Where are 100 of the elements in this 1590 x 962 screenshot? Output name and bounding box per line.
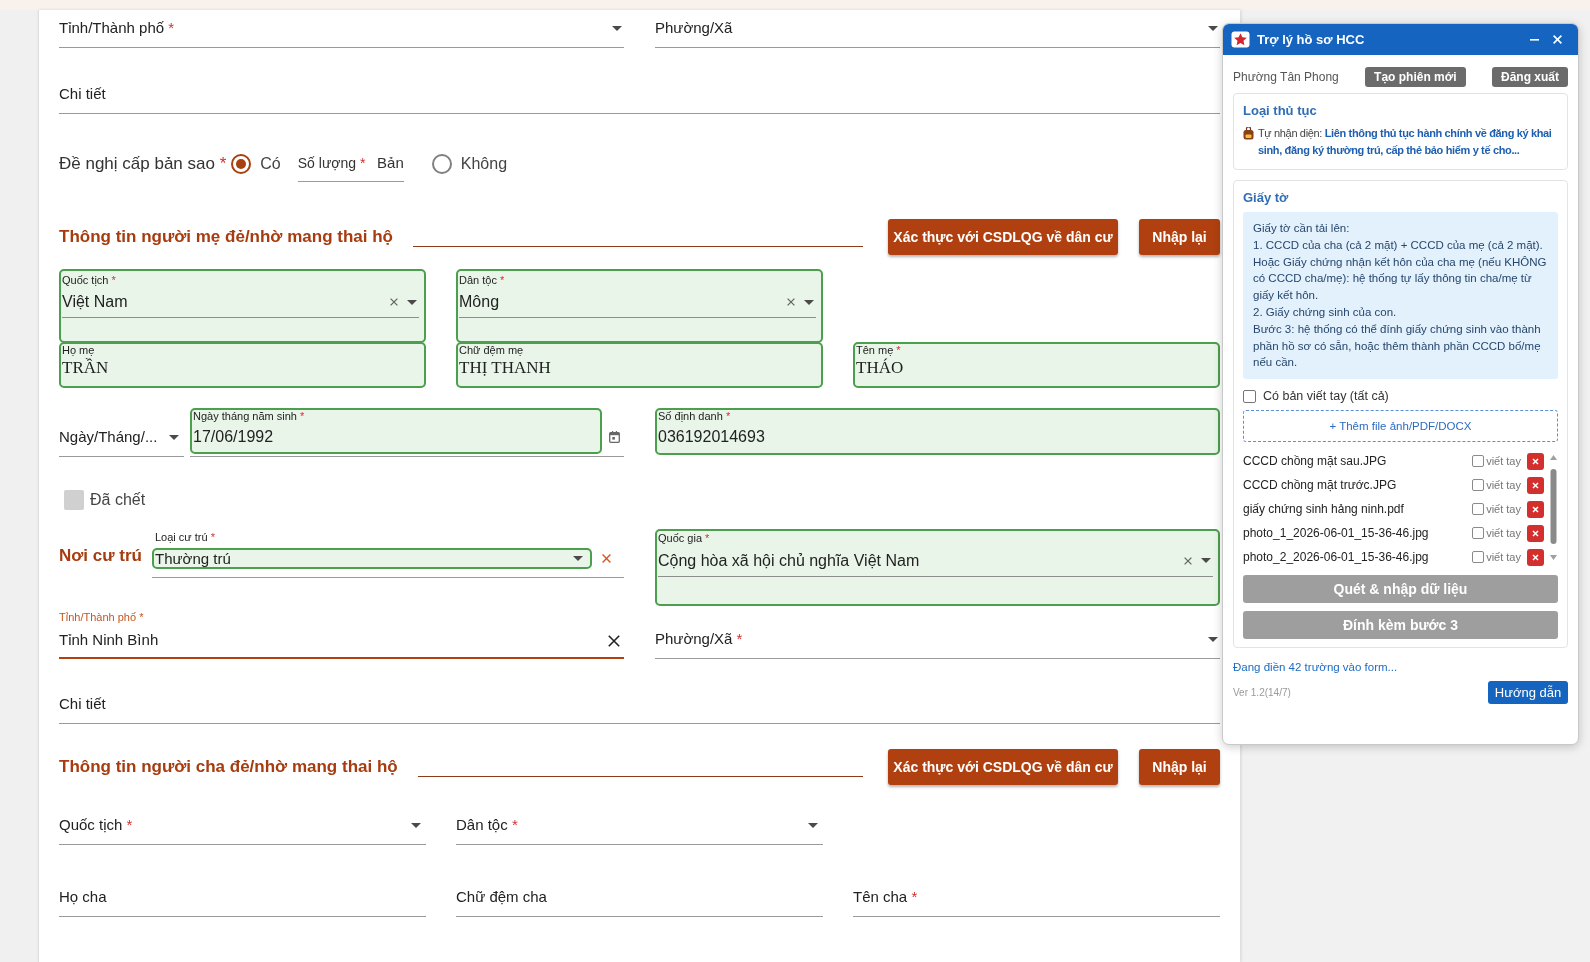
field-label: Chi tiết	[59, 694, 107, 715]
checkbox-label: viết tay	[1486, 477, 1521, 493]
remove-icon[interactable]	[1527, 476, 1544, 494]
clear-icon[interactable]	[608, 634, 620, 647]
checkbox[interactable]	[1472, 527, 1485, 540]
verify-button[interactable]: Xác thực với CSDLQG về dân cư	[888, 219, 1118, 255]
caret-icon	[808, 823, 818, 828]
field-label: Tỉnh/Thành phố *	[59, 610, 145, 624]
date-field[interactable]: Ngày tháng năm sinh * 17/06/1992	[190, 408, 602, 454]
checkbox[interactable]	[1472, 551, 1485, 564]
instruction-text: Bước 3: hệ thống có thể đính giấy chứng sinh vào thành phần hồ sơ có sẵn, hoặc thêm thành phần CCCD bố/mẹ nếu cần.	[1253, 321, 1542, 371]
reset-button[interactable]: Nhập lại	[1139, 749, 1220, 785]
section-title: Thông tin người mẹ đẻ/nhờ mang thai hộ	[59, 226, 393, 249]
instruction-text: Giấy tờ cần tải lên:	[1253, 221, 1351, 236]
file-name: CCCD chồng mặt sau.JPG	[1243, 453, 1388, 471]
instruction-text: 1. CCCD của cha (cả 2 mặt) + CCCD của mẹ (cả 2 mặt).	[1253, 237, 1544, 253]
panel-title: Trợ lý hồ sơ HCC	[1257, 30, 1365, 49]
input-field[interactable]: Tỉnh/Thành phố * Tỉnh Ninh Bình	[59, 610, 624, 659]
field-label: Tên cha *	[853, 887, 919, 908]
caret-icon	[169, 435, 179, 440]
select-field[interactable]: Quốc tịch *	[59, 807, 426, 845]
checkbox-label: Có bản viết tay (tất cả)	[1263, 387, 1389, 405]
verify-button[interactable]: Xác thực với CSDLQG về dân cư	[888, 749, 1118, 785]
checkbox[interactable]	[1472, 479, 1485, 492]
field-value: Tỉnh Ninh Bình	[59, 630, 160, 651]
checkbox[interactable]	[1472, 455, 1485, 468]
field-value: THÁO	[856, 357, 905, 380]
reset-button[interactable]: Nhập lại	[1139, 219, 1220, 255]
field-label: Dân tộc *	[459, 274, 506, 287]
field-label: Quốc tịch *	[59, 815, 134, 836]
field-label: Dân tộc *	[456, 815, 519, 836]
field-value: TRẦN	[62, 357, 110, 380]
add-file-button[interactable]: + Thêm file ảnh/PDF/DOCX	[1243, 410, 1558, 443]
caret-icon	[573, 556, 583, 561]
radio-button[interactable]	[431, 154, 452, 174]
checkbox-label: viết tay	[1486, 549, 1521, 565]
field-label: Quốc tịch *	[62, 274, 117, 287]
select-field[interactable]: Thường trú	[152, 548, 592, 569]
status-text: Đang điền 42 trường vào form...	[1233, 660, 1399, 675]
logout-button[interactable]: Đăng xuất	[1491, 67, 1568, 87]
unit-label: Bản	[377, 153, 404, 174]
field-label: Chữ đệm mẹ	[459, 344, 525, 357]
field-value: Cộng hòa xã hội chủ nghĩa Việt Nam	[658, 550, 921, 571]
field-label: Tỉnh/Thành phố *	[59, 18, 176, 39]
field-label: Phường/Xã *	[655, 629, 744, 650]
remove-icon[interactable]	[1527, 500, 1544, 518]
input-field[interactable]: Chi tiết	[59, 686, 1220, 724]
input-field[interactable]: Chi tiết	[59, 76, 1220, 114]
calendar-icon[interactable]	[609, 431, 620, 443]
quantity-field[interactable]: Số lượng * Bản	[297, 146, 404, 182]
close-icon[interactable]	[1553, 35, 1562, 44]
select-field[interactable]: Quốc tịch * Việt Nam	[59, 269, 426, 343]
field-value: Ngày/Tháng/...	[59, 427, 159, 448]
new-session-button[interactable]: Tạo phiên mới	[1365, 67, 1466, 87]
field-label: Họ cha	[59, 887, 108, 908]
radio-button[interactable]	[231, 154, 252, 174]
star-logo-icon	[1231, 31, 1250, 48]
minimize-icon[interactable]	[1530, 38, 1539, 41]
caret-icon	[407, 299, 417, 305]
help-button[interactable]: Hướng dẫn	[1488, 681, 1568, 705]
radio-label: Không	[460, 154, 508, 174]
checkbox[interactable]	[1243, 389, 1256, 403]
remove-icon[interactable]	[1527, 452, 1544, 470]
field-label: Chữ đệm cha	[456, 887, 548, 908]
caret-icon	[411, 823, 421, 828]
checkbox-label: Đã chết	[90, 490, 146, 510]
instruction-text: 2. Giấy chứng sinh của con.	[1253, 305, 1398, 320]
checkbox-label: viết tay	[1486, 525, 1521, 541]
select-field[interactable]: Phường/Xã	[655, 10, 1220, 48]
select-field[interactable]: Quốc gia * Cộng hòa xã hội chủ nghĩa Việt Nam	[655, 529, 1220, 606]
input-field[interactable]: Tên cha *	[853, 879, 1220, 917]
caret-icon	[612, 26, 622, 31]
select-field[interactable]: Phường/Xã *	[655, 621, 1220, 659]
input-field[interactable]: Chữ đệm cha	[456, 879, 823, 917]
checkbox[interactable]	[1472, 503, 1485, 516]
remove-icon[interactable]	[1527, 548, 1544, 566]
select-field[interactable]: Dân tộc *	[456, 807, 823, 845]
input-field[interactable]: Chữ đệm mẹ THỊ THANH	[456, 342, 823, 388]
field-value: THỊ THANH	[459, 357, 552, 380]
remove-icon[interactable]	[1527, 524, 1544, 542]
field-label: Số định danh *	[658, 410, 732, 423]
checkbox-label: viết tay	[1486, 501, 1521, 517]
instruction-text: Hoặc Giấy chứng nhận kết hôn của cha mẹ (nếu KHÔNG có CCCD cha/mẹ): hệ thống tự lấy thông tin cha/mẹ từ giấy kết hôn.	[1253, 254, 1548, 304]
file-name: CCCD chồng mặt trước.JPG	[1243, 477, 1398, 495]
caret-icon	[804, 299, 814, 305]
input-field[interactable]: Họ cha	[59, 879, 426, 917]
input-field[interactable]: Tên mẹ * THÁO	[853, 342, 1220, 388]
card-title: Loại thủ tục	[1243, 103, 1318, 119]
select-field[interactable]: Ngày/Tháng/...	[59, 419, 184, 457]
field-label: Ngày tháng năm sinh *	[193, 410, 306, 423]
field-value: Mông	[459, 292, 501, 312]
select-field[interactable]: Tỉnh/Thành phố *	[59, 10, 624, 48]
field-label: Phường/Xã	[655, 18, 734, 39]
unit-label: Phường Tân Phong	[1233, 69, 1339, 86]
field-value: 036192014693	[658, 426, 766, 447]
input-field[interactable]: Họ mẹ TRẦN	[59, 342, 426, 388]
section-title: Thông tin người cha đẻ/nhờ mang thai hộ	[59, 756, 398, 779]
select-field[interactable]: Dân tộc * Mông	[456, 269, 823, 343]
checkbox-label: viết tay	[1486, 453, 1521, 469]
input-field[interactable]: Số định danh * 036192014693	[655, 408, 1220, 455]
